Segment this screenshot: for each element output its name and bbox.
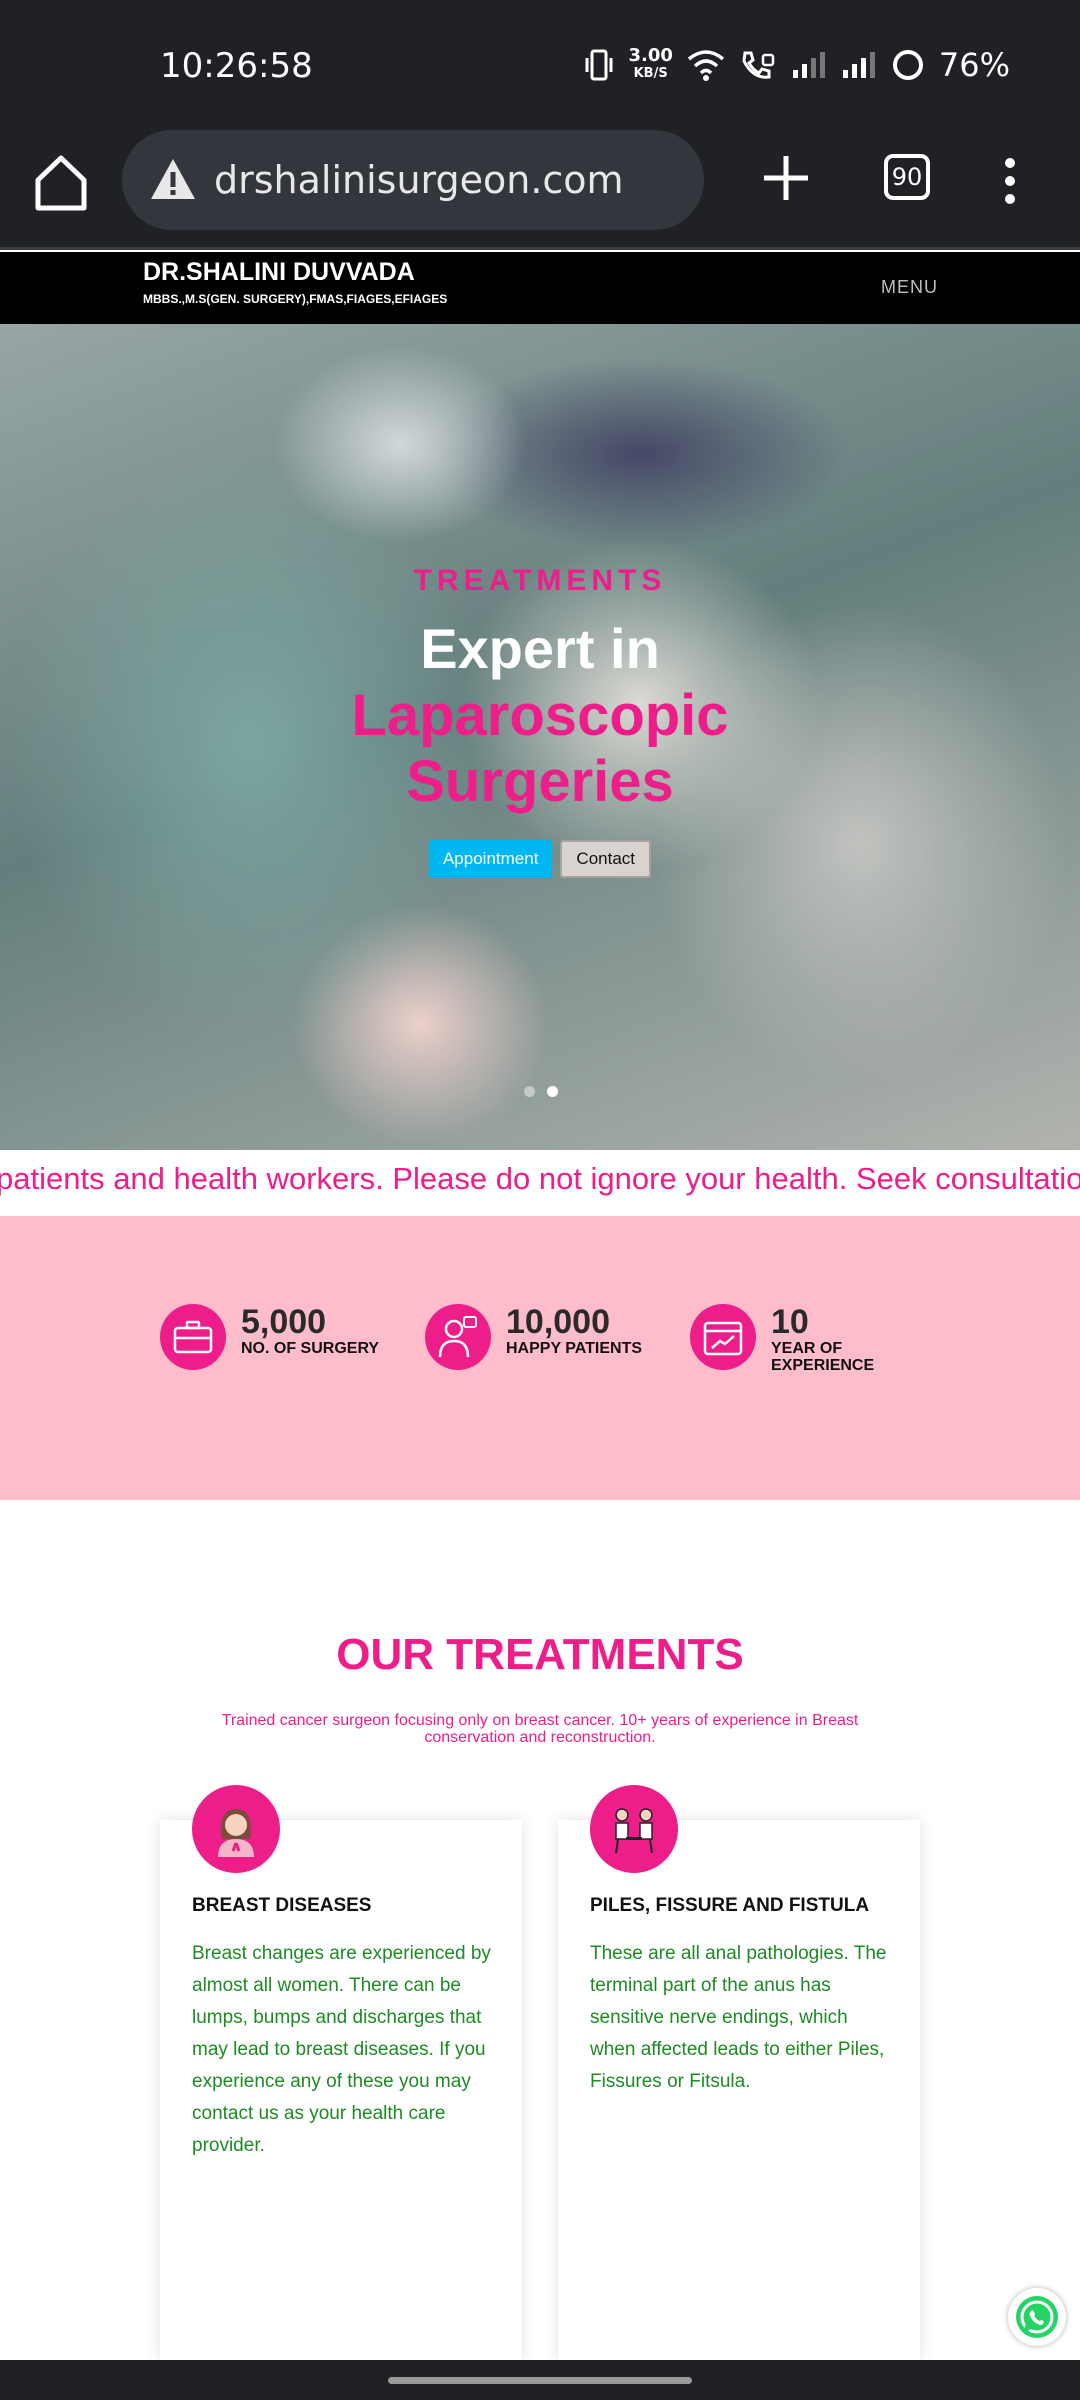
stat-text: 10,000 HAPPY PATIENTS — [506, 1304, 646, 1357]
stat-text: 5,000 NO. OF SURGERY — [241, 1304, 381, 1357]
doctor-icon — [425, 1304, 491, 1370]
battery-percent: 76% — [938, 46, 1010, 84]
battery-ring-icon — [892, 50, 923, 80]
hero-heading-line2: Laparoscopic — [351, 683, 729, 748]
briefcase-icon — [160, 1304, 226, 1370]
vibrate-icon — [585, 49, 613, 81]
card-body: Breast changes are experienced by almost… — [192, 1943, 491, 2156]
site-logo-name[interactable]: DR.SHALINI DUVVADA — [143, 258, 415, 287]
hero-slider: TREATMENTS Expert in Laparoscopic Surger… — [0, 324, 1080, 1150]
wifi-icon — [687, 50, 724, 81]
stat-value: 10 — [771, 1303, 809, 1341]
hero-eyebrow: TREATMENTS — [413, 564, 667, 597]
signal-icon — [842, 52, 875, 78]
slider-dot-2[interactable] — [547, 1086, 558, 1097]
stat-surgeries: 5,000 NO. OF SURGERY — [160, 1304, 381, 1370]
appointment-button[interactable]: Appointment — [428, 840, 553, 878]
gesture-handle[interactable] — [388, 2377, 692, 2384]
address-bar[interactable]: drshalinisurgeon.com — [122, 130, 704, 230]
whatsapp-icon — [1016, 2296, 1058, 2338]
hero-buttons: Appointment Contact — [0, 840, 1080, 878]
stat-label: YEAR OF EXPERIENCE — [771, 1340, 875, 1374]
stat-value: 5,000 — [241, 1303, 327, 1341]
stat-label: HAPPY PATIENTS — [506, 1340, 643, 1357]
hero-heading-line3: Surgeries — [406, 749, 674, 814]
contact-button[interactable]: Contact — [560, 840, 652, 878]
call-icon — [742, 51, 775, 79]
url-text[interactable]: drshalinisurgeon.com — [214, 158, 624, 202]
tab-switcher-button[interactable]: 90 — [884, 154, 930, 200]
home-icon[interactable] — [30, 152, 92, 214]
stat-experience: 10 YEAR OF EXPERIENCE — [690, 1304, 881, 1374]
treatments-subtitle: Trained cancer surgeon focusing only on … — [221, 1712, 859, 1746]
hero-heading-line1: Expert in — [420, 617, 660, 680]
card-body: These are all anal pathologies. The term… — [590, 1943, 887, 2092]
card-title: BREAST DISEASES — [192, 1895, 372, 1916]
stat-patients: 10,000 HAPPY PATIENTS — [425, 1304, 646, 1370]
stat-text: 10 YEAR OF EXPERIENCE — [771, 1304, 881, 1374]
warning-icon[interactable] — [148, 155, 198, 205]
net-speed-unit: KB/S — [633, 66, 668, 81]
status-icons: 3.00 KB/S 76% — [584, 46, 1010, 84]
more-options-icon[interactable] — [1000, 156, 1020, 206]
calendar-chart-icon — [690, 1304, 756, 1370]
status-bar: 10:26:58 3.00 KB/S 76% — [0, 0, 1080, 130]
ticker-text: patients and health workers. Please do n… — [0, 1161, 1080, 1196]
slider-dot-1[interactable] — [524, 1086, 535, 1097]
system-nav-bar — [0, 2360, 1080, 2400]
whatsapp-button[interactable] — [1008, 2288, 1066, 2346]
signal-icon — [792, 52, 825, 78]
stats-section: 5,000 NO. OF SURGERY 10,000 HAPPY PATIEN… — [0, 1216, 1080, 1500]
site-logo-qualifications: MBBS.,M.S(GEN. SURGERY),FMAS,FIAGES,EFIA… — [143, 292, 448, 306]
new-tab-icon[interactable] — [758, 150, 814, 206]
net-speed-value: 3.00 — [628, 45, 673, 66]
slider-dots — [524, 1086, 558, 1097]
menu-button[interactable]: MENU — [881, 277, 938, 298]
browser-toolbar: drshalinisurgeon.com 90 — [0, 130, 1080, 250]
net-speed: 3.00 KB/S — [628, 47, 672, 83]
treatments-heading: OUR TREATMENTS — [336, 1630, 744, 1679]
stat-value: 10,000 — [506, 1303, 610, 1341]
card-title: PILES, FISSURE AND FISTULA — [590, 1895, 870, 1916]
treatment-card-piles[interactable]: PILES, FISSURE AND FISTULA These are all… — [558, 1785, 920, 2360]
stat-label: NO. OF SURGERY — [241, 1340, 380, 1357]
marquee-ticker: patients and health workers. Please do n… — [0, 1150, 1080, 1216]
status-time: 10:26:58 — [160, 46, 313, 86]
woman-ribbon-icon — [192, 1785, 280, 1873]
doctor-patient-icon — [590, 1785, 678, 1873]
treatment-card-breast[interactable]: BREAST DISEASES Breast changes are exper… — [160, 1785, 522, 2360]
site-header: DR.SHALINI DUVVADA MBBS.,M.S(GEN. SURGER… — [0, 252, 1080, 324]
